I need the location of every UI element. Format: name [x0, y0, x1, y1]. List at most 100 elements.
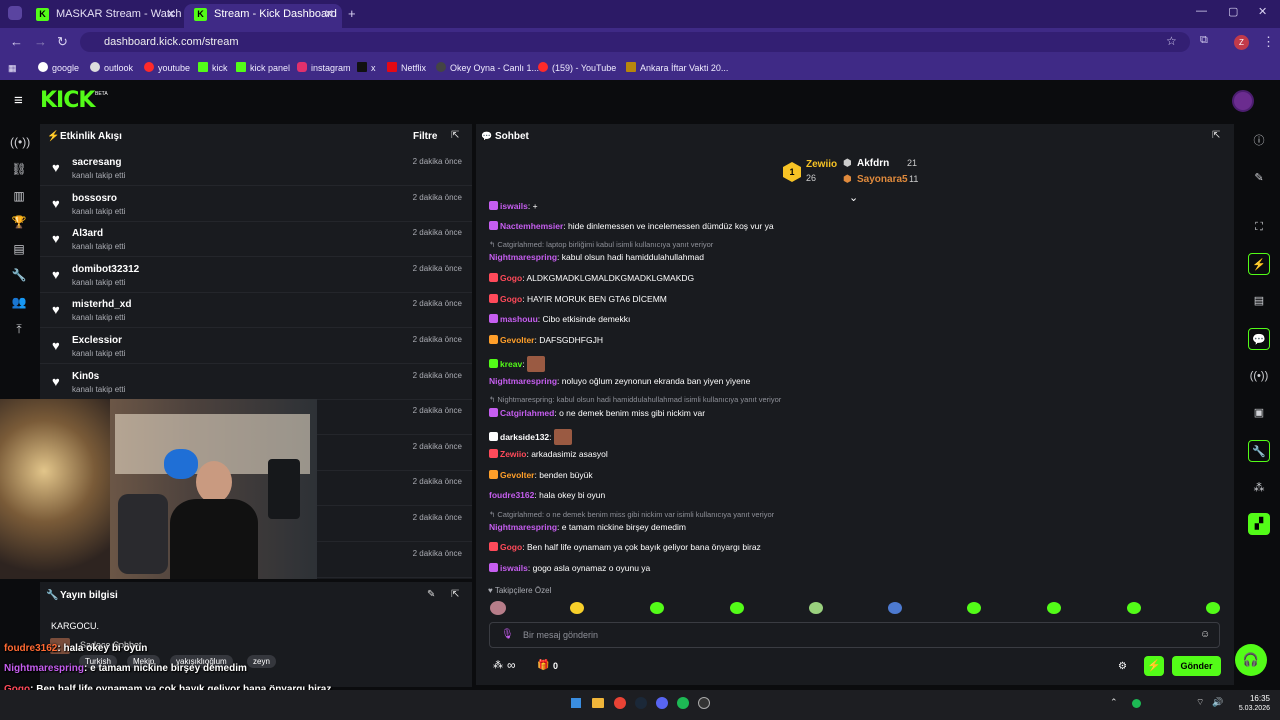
close-icon[interactable]: ✕ [324, 4, 334, 24]
gift-icon[interactable]: 🎁 [537, 660, 549, 671]
discord-icon[interactable] [656, 697, 668, 709]
chat-username[interactable]: foudre3162 [489, 490, 534, 500]
emote-item[interactable] [570, 602, 584, 614]
chat-username[interactable]: Gevolter [500, 470, 535, 480]
community-icon[interactable]: 👥 [10, 293, 28, 311]
chat-message[interactable]: Nightmarespring: kabul olsun hadi hamidd… [489, 252, 704, 262]
chat-message[interactable]: Gogo: ALDKGMADKLGMALDKGMADKLGMAKDG [489, 273, 694, 283]
emoji-picker-icon[interactable]: ☺ [1200, 629, 1210, 640]
microphone-icon[interactable]: 🎙 [501, 629, 514, 640]
bookmark-okey[interactable]: Okey Oyna - Canlı 1... [436, 61, 539, 75]
chat-message[interactable]: iswails: gogo asla oynamaz o oyunu ya [489, 563, 650, 573]
minimize-button[interactable]: — [1196, 5, 1207, 17]
popout-icon[interactable]: ⇱ [451, 130, 459, 141]
new-tab-button[interactable]: + [348, 6, 356, 21]
spotify-icon[interactable] [677, 697, 689, 709]
emote-item[interactable] [730, 602, 744, 614]
steam-icon[interactable] [635, 697, 647, 709]
back-icon[interactable]: ← [10, 34, 23, 49]
bookmark-x[interactable]: x [357, 61, 376, 75]
notes-icon[interactable]: ▤ [1248, 290, 1270, 312]
tab-search-button[interactable] [8, 6, 22, 20]
bookmark-outlook[interactable]: outlook [90, 61, 133, 75]
bookmark-kick[interactable]: kick [198, 61, 228, 75]
emote-item[interactable] [967, 602, 981, 614]
maximize-button[interactable]: ▢ [1228, 5, 1238, 18]
video-player-icon[interactable]: ▣ [1248, 402, 1270, 424]
trophy-icon[interactable]: 🏆 [10, 213, 28, 231]
edit-icon[interactable]: ✎ [1248, 167, 1270, 189]
chat-username[interactable]: Nightmarespring [489, 522, 557, 532]
close-window-button[interactable]: ✕ [1258, 5, 1267, 18]
tray-chevron-icon[interactable]: ⌃ [1110, 697, 1118, 708]
chat-message[interactable]: mashouu: Cibo etkisinde demekkı [489, 314, 630, 324]
windows-start-icon[interactable] [571, 698, 581, 708]
crop-icon[interactable]: ⛶ [1248, 216, 1270, 238]
broadcast-icon[interactable]: ((•)) [1248, 365, 1270, 387]
emote-item[interactable] [1127, 602, 1141, 614]
chat-message[interactable]: Nightmarespring: e tamam nickine birşey … [489, 522, 686, 532]
hamburger-menu-icon[interactable]: ≡ [14, 92, 23, 109]
bookmark-ankara[interactable]: Ankara İftar Vakti 20... [626, 61, 728, 75]
chat-username[interactable]: Nactemhemsier [500, 221, 563, 231]
bookmark-youtube[interactable]: youtube [144, 61, 190, 75]
kick-logo[interactable]: KICK [40, 88, 95, 113]
chat-message-input[interactable] [489, 622, 1220, 648]
chat-username[interactable]: Nightmarespring [489, 376, 557, 386]
chat-message[interactable]: Gogo: HAYIR MORUK BEN GTA6 DİCEMM [489, 294, 667, 304]
help-headset-icon[interactable]: 🎧 [1235, 644, 1267, 676]
chat-username[interactable]: Gogo [500, 294, 522, 304]
chat-message[interactable]: foudre3162: hala okey bi oyun [489, 490, 605, 500]
emote-item[interactable] [1206, 602, 1220, 614]
chat-username[interactable]: kreav [500, 359, 522, 369]
forward-icon[interactable]: → [34, 34, 47, 49]
chat-username[interactable]: Catgirlahmed [500, 408, 554, 418]
chat-message[interactable]: iswails: + [489, 201, 538, 211]
tools-toggle-icon[interactable]: 🔧 [1248, 440, 1270, 462]
emote-item[interactable] [888, 602, 902, 614]
chat-username[interactable]: iswails [500, 201, 528, 211]
profile-avatar[interactable]: Z [1234, 35, 1249, 50]
collapse-chevron-icon[interactable]: ⌄ [849, 191, 858, 204]
emote-item[interactable] [809, 602, 823, 614]
kick-points-icon[interactable]: ⁂ [493, 660, 503, 671]
chat-username[interactable]: mashouu [500, 314, 538, 324]
tab-maskar[interactable]: K MASKAR Stream - Watch Live o✕ [26, 4, 184, 28]
close-icon[interactable]: ✕ [166, 4, 176, 24]
points-icon[interactable]: ⁂ [1248, 477, 1270, 499]
filter-button[interactable]: Filtre [413, 131, 437, 142]
chat-username[interactable]: Gogo [500, 273, 522, 283]
chat-message[interactable]: Gogo: Ben half life oynamam ya çok bayık… [489, 542, 761, 552]
chrome-icon[interactable] [614, 697, 626, 709]
chat-username[interactable]: iswails [500, 563, 528, 573]
settings-gear-icon[interactable]: ⚙ [1118, 661, 1127, 672]
file-explorer-icon[interactable] [592, 698, 604, 708]
bookmark-instagram[interactable]: instagram [297, 61, 351, 75]
chat-toggle-icon[interactable]: 💬 [1248, 328, 1270, 350]
chat-message[interactable]: Gevolter: benden büyük [489, 470, 593, 480]
bookmark-google[interactable]: google [38, 61, 79, 75]
emote-item[interactable] [1047, 602, 1061, 614]
upload-icon[interactable]: ⤒ [10, 320, 28, 338]
info-icon[interactable]: ⓘ [1248, 130, 1270, 152]
menu-kebab-icon[interactable]: ⋮ [1262, 34, 1275, 50]
chat-message[interactable]: Catgirlahmed: o ne demek benim miss gibi… [489, 408, 705, 418]
analytics-icon[interactable]: ▥ [10, 187, 28, 205]
url-input[interactable]: dashboard.kick.com/stream [80, 32, 1190, 52]
volume-icon[interactable]: 🔊 [1212, 697, 1223, 708]
chat-message[interactable]: Nactemhemsier: hide dinlemessen ve incel… [489, 221, 774, 231]
chat-message[interactable]: Gevolter: DAFSGDHFGJH [489, 335, 603, 345]
chat-username[interactable]: Nightmarespring [489, 252, 557, 262]
emote-item[interactable] [490, 601, 506, 615]
obs-icon[interactable] [698, 697, 710, 709]
chat-username[interactable]: Gevolter [500, 335, 535, 345]
app-launcher-icon[interactable]: ▞ [1248, 513, 1270, 535]
reload-icon[interactable]: ↻ [57, 34, 68, 50]
activity-feed-toggle-icon[interactable]: ⚡ [1248, 253, 1270, 275]
chat-message[interactable]: Zewiio: arkadasimiz asasyol [489, 449, 608, 459]
chat-message[interactable]: darkside132: [489, 429, 572, 445]
bookmark-youtube-2[interactable]: (159) - YouTube [538, 61, 616, 75]
user-avatar[interactable] [1232, 90, 1254, 112]
apps-grid-icon[interactable]: ▦ [8, 61, 17, 75]
chat-username[interactable]: Gogo [500, 542, 522, 552]
